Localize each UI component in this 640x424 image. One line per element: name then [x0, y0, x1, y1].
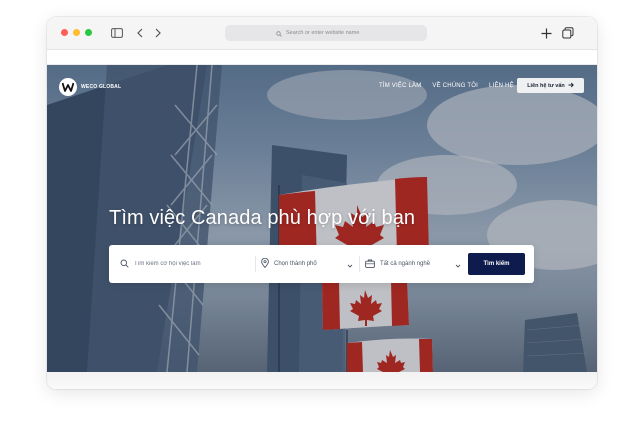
hero-section: WECO GLOBAL TÌM VIỆC LÀM VỀ CHÚNG TÔI LI…: [47, 65, 597, 372]
chevron-right-icon[interactable]: [151, 26, 165, 40]
nav-item-jobs[interactable]: TÌM VIỆC LÀM: [379, 83, 421, 89]
search-icon: [276, 24, 282, 42]
city-select[interactable]: Chọn thành phố: [261, 257, 353, 271]
tabs-icon[interactable]: [561, 26, 575, 40]
nav-item-contact[interactable]: LIÊN HỆ: [489, 83, 514, 89]
close-window-button[interactable]: [61, 29, 68, 36]
plus-icon[interactable]: [539, 26, 553, 40]
chevron-down-icon: [347, 255, 353, 273]
nav-item-about[interactable]: VỀ CHÚNG TÔI: [432, 83, 478, 89]
page-bottom-strip: [47, 372, 597, 389]
contact-consult-button[interactable]: Liên hệ tư vấn: [517, 78, 584, 93]
sidebar-icon[interactable]: [110, 26, 124, 40]
industry-select-label: Tất cả ngành nghề: [380, 261, 431, 267]
address-bar[interactable]: [225, 25, 427, 41]
logo-text: WECO GLOBAL: [81, 84, 122, 90]
browser-window: WECO GLOBAL TÌM VIỆC LÀM VỀ CHÚNG TÔI LI…: [47, 17, 597, 389]
browser-toolbar: [47, 17, 597, 50]
industry-select[interactable]: Tất cả ngành nghề: [365, 257, 461, 271]
keyword-field[interactable]: [120, 257, 250, 271]
briefcase-icon: [365, 255, 375, 273]
chevron-left-icon[interactable]: [133, 26, 147, 40]
hero-headline: Tìm việc Canada phù hợp với bạn: [109, 207, 416, 229]
address-input[interactable]: [286, 30, 376, 36]
city-select-label: Chọn thành phố: [274, 261, 317, 267]
minimize-window-button[interactable]: [73, 29, 80, 36]
screenshot-stage: WECO GLOBAL TÌM VIỆC LÀM VỀ CHÚNG TÔI LI…: [0, 0, 640, 424]
search-button[interactable]: Tìm kiếm: [468, 253, 525, 275]
window-controls: [61, 29, 92, 36]
arrow-right-icon: [568, 82, 574, 90]
job-search-form: Chọn thành phố Tất cả ngành nghề Tìm k: [109, 245, 534, 283]
main-nav: TÌM VIỆC LÀM VỀ CHÚNG TÔI LIÊN HỆ: [379, 83, 514, 89]
search-icon: [120, 255, 129, 273]
keyword-input[interactable]: [134, 261, 250, 267]
map-pin-icon: [261, 255, 269, 273]
maximize-window-button[interactable]: [85, 29, 92, 36]
site-logo[interactable]: WECO GLOBAL: [59, 78, 121, 96]
tab-strip: [47, 50, 597, 65]
field-divider: [359, 256, 360, 272]
logo-mark-icon: [59, 78, 77, 96]
chevron-down-icon: [455, 255, 461, 273]
field-divider: [255, 256, 256, 272]
cta-label: Liên hệ tư vấn: [527, 82, 565, 89]
